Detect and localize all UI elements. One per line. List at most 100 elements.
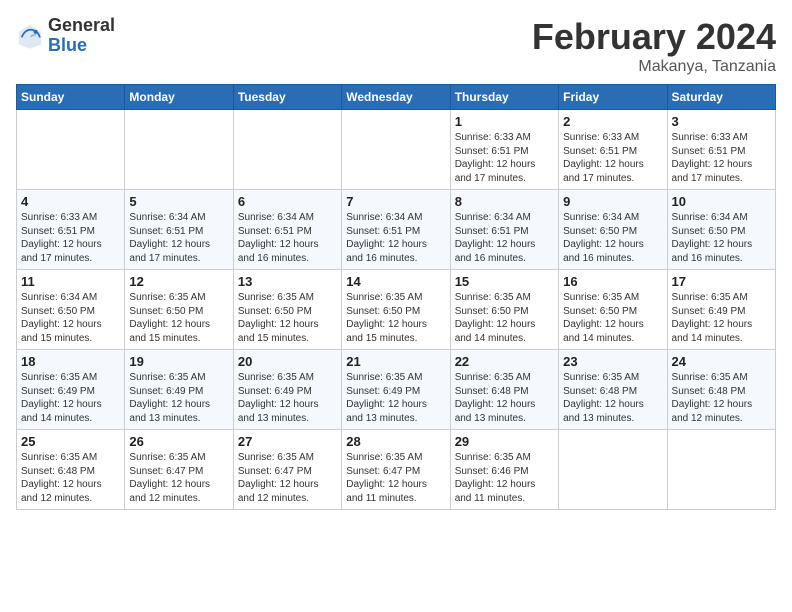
week-row-2: 11 Sunrise: 6:34 AM Sunset: 6:50 PM Dayli… [17, 270, 776, 350]
day-number: 4 [21, 194, 120, 209]
day-cell: 24 Sunrise: 6:35 AM Sunset: 6:48 PM Dayli… [667, 350, 775, 430]
page-header: General Blue February 2024 Makanya, Tanz… [16, 16, 776, 76]
day-number: 18 [21, 354, 120, 369]
day-info: Sunrise: 6:33 AM Sunset: 6:51 PM Dayligh… [21, 211, 120, 265]
day-cell: 28 Sunrise: 6:35 AM Sunset: 6:47 PM Dayli… [342, 430, 450, 510]
day-number: 1 [455, 114, 554, 129]
day-cell [17, 110, 125, 190]
day-number: 17 [672, 274, 771, 289]
day-cell: 7Sunrise: 6:34 AM Sunset: 6:51 PM Daylig… [342, 190, 450, 270]
month-title: February 2024 [532, 16, 776, 58]
day-cell [559, 430, 667, 510]
day-number: 12 [129, 274, 228, 289]
logo-icon [16, 22, 44, 50]
day-cell: 19Sunrise: 6:35 AM Sunset: 6:49 PM Dayli… [125, 350, 233, 430]
day-cell: 20Sunrise: 6:35 AM Sunset: 6:49 PM Dayli… [233, 350, 341, 430]
day-cell [233, 110, 341, 190]
day-number: 23 [563, 354, 662, 369]
day-info: Sunrise: 6:35 AM Sunset: 6:47 PM Dayligh… [238, 451, 337, 505]
header-cell-saturday: Saturday [667, 85, 775, 110]
day-cell [342, 110, 450, 190]
day-info: Sunrise: 6:35 AM Sunset: 6:46 PM Dayligh… [455, 451, 554, 505]
day-number: 19 [129, 354, 228, 369]
day-info: Sunrise: 6:35 AM Sunset: 6:50 PM Dayligh… [563, 291, 662, 345]
header-row: SundayMondayTuesdayWednesdayThursdayFrid… [17, 85, 776, 110]
day-number: 15 [455, 274, 554, 289]
day-cell: 6 Sunrise: 6:34 AM Sunset: 6:51 PM Daylig… [233, 190, 341, 270]
day-info: Sunrise: 6:35 AM Sunset: 6:50 PM Dayligh… [238, 291, 337, 345]
header-cell-monday: Monday [125, 85, 233, 110]
day-number: 11 [21, 274, 120, 289]
day-number: 28 [346, 434, 445, 449]
day-cell: 21 Sunrise: 6:35 AM Sunset: 6:49 PM Dayli… [342, 350, 450, 430]
day-info: Sunrise: 6:34 AM Sunset: 6:50 PM Dayligh… [672, 211, 771, 265]
day-cell: 4 Sunrise: 6:33 AM Sunset: 6:51 PM Daylig… [17, 190, 125, 270]
day-cell: 22Sunrise: 6:35 AM Sunset: 6:48 PM Dayli… [450, 350, 558, 430]
day-cell: 2 Sunrise: 6:33 AM Sunset: 6:51 PM Daylig… [559, 110, 667, 190]
day-cell: 16 Sunrise: 6:35 AM Sunset: 6:50 PM Dayli… [559, 270, 667, 350]
day-cell: 1 Sunrise: 6:33 AM Sunset: 6:51 PM Daylig… [450, 110, 558, 190]
day-cell [125, 110, 233, 190]
day-info: Sunrise: 6:34 AM Sunset: 6:51 PM Dayligh… [129, 211, 228, 265]
day-number: 5 [129, 194, 228, 209]
day-number: 13 [238, 274, 337, 289]
day-info: Sunrise: 6:35 AM Sunset: 6:49 PM Dayligh… [238, 371, 337, 425]
day-cell: 25Sunrise: 6:35 AM Sunset: 6:48 PM Dayli… [17, 430, 125, 510]
day-info: Sunrise: 6:35 AM Sunset: 6:49 PM Dayligh… [672, 291, 771, 345]
day-info: Sunrise: 6:33 AM Sunset: 6:51 PM Dayligh… [563, 131, 662, 185]
day-number: 2 [563, 114, 662, 129]
day-cell: 18 Sunrise: 6:35 AM Sunset: 6:49 PM Dayli… [17, 350, 125, 430]
day-number: 21 [346, 354, 445, 369]
day-number: 6 [238, 194, 337, 209]
header-cell-wednesday: Wednesday [342, 85, 450, 110]
day-info: Sunrise: 6:33 AM Sunset: 6:51 PM Dayligh… [455, 131, 554, 185]
day-cell [667, 430, 775, 510]
day-number: 9 [563, 194, 662, 209]
day-cell: 9Sunrise: 6:34 AM Sunset: 6:50 PM Daylig… [559, 190, 667, 270]
day-info: Sunrise: 6:35 AM Sunset: 6:47 PM Dayligh… [346, 451, 445, 505]
week-row-4: 25Sunrise: 6:35 AM Sunset: 6:48 PM Dayli… [17, 430, 776, 510]
calendar-table: SundayMondayTuesdayWednesdayThursdayFrid… [16, 84, 776, 510]
logo: General Blue [16, 16, 115, 56]
day-cell: 23 Sunrise: 6:35 AM Sunset: 6:48 PM Dayli… [559, 350, 667, 430]
day-number: 14 [346, 274, 445, 289]
day-info: Sunrise: 6:33 AM Sunset: 6:51 PM Dayligh… [672, 131, 771, 185]
day-info: Sunrise: 6:35 AM Sunset: 6:48 PM Dayligh… [455, 371, 554, 425]
day-info: Sunrise: 6:35 AM Sunset: 6:50 PM Dayligh… [129, 291, 228, 345]
week-row-0: 1 Sunrise: 6:33 AM Sunset: 6:51 PM Daylig… [17, 110, 776, 190]
logo-text: General Blue [48, 16, 115, 56]
logo-blue: Blue [48, 36, 115, 56]
day-number: 7 [346, 194, 445, 209]
day-cell: 11 Sunrise: 6:34 AM Sunset: 6:50 PM Dayli… [17, 270, 125, 350]
day-info: Sunrise: 6:35 AM Sunset: 6:50 PM Dayligh… [346, 291, 445, 345]
day-number: 8 [455, 194, 554, 209]
week-row-1: 4 Sunrise: 6:33 AM Sunset: 6:51 PM Daylig… [17, 190, 776, 270]
day-info: Sunrise: 6:34 AM Sunset: 6:50 PM Dayligh… [21, 291, 120, 345]
day-info: Sunrise: 6:35 AM Sunset: 6:49 PM Dayligh… [346, 371, 445, 425]
day-info: Sunrise: 6:34 AM Sunset: 6:51 PM Dayligh… [455, 211, 554, 265]
day-number: 16 [563, 274, 662, 289]
day-info: Sunrise: 6:35 AM Sunset: 6:48 PM Dayligh… [563, 371, 662, 425]
week-row-3: 18 Sunrise: 6:35 AM Sunset: 6:49 PM Dayli… [17, 350, 776, 430]
day-info: Sunrise: 6:35 AM Sunset: 6:48 PM Dayligh… [672, 371, 771, 425]
header-cell-tuesday: Tuesday [233, 85, 341, 110]
day-cell: 29Sunrise: 6:35 AM Sunset: 6:46 PM Dayli… [450, 430, 558, 510]
day-cell: 17 Sunrise: 6:35 AM Sunset: 6:49 PM Dayli… [667, 270, 775, 350]
header-cell-thursday: Thursday [450, 85, 558, 110]
day-cell: 15 Sunrise: 6:35 AM Sunset: 6:50 PM Dayli… [450, 270, 558, 350]
day-info: Sunrise: 6:35 AM Sunset: 6:49 PM Dayligh… [21, 371, 120, 425]
day-number: 10 [672, 194, 771, 209]
day-info: Sunrise: 6:34 AM Sunset: 6:51 PM Dayligh… [238, 211, 337, 265]
logo-general: General [48, 16, 115, 36]
day-cell: 5 Sunrise: 6:34 AM Sunset: 6:51 PM Daylig… [125, 190, 233, 270]
day-cell: 3Sunrise: 6:33 AM Sunset: 6:51 PM Daylig… [667, 110, 775, 190]
day-cell: 8 Sunrise: 6:34 AM Sunset: 6:51 PM Daylig… [450, 190, 558, 270]
day-info: Sunrise: 6:35 AM Sunset: 6:50 PM Dayligh… [455, 291, 554, 345]
day-info: Sunrise: 6:35 AM Sunset: 6:47 PM Dayligh… [129, 451, 228, 505]
day-number: 26 [129, 434, 228, 449]
day-number: 27 [238, 434, 337, 449]
header-cell-friday: Friday [559, 85, 667, 110]
day-number: 25 [21, 434, 120, 449]
day-cell: 12 Sunrise: 6:35 AM Sunset: 6:50 PM Dayli… [125, 270, 233, 350]
day-number: 24 [672, 354, 771, 369]
